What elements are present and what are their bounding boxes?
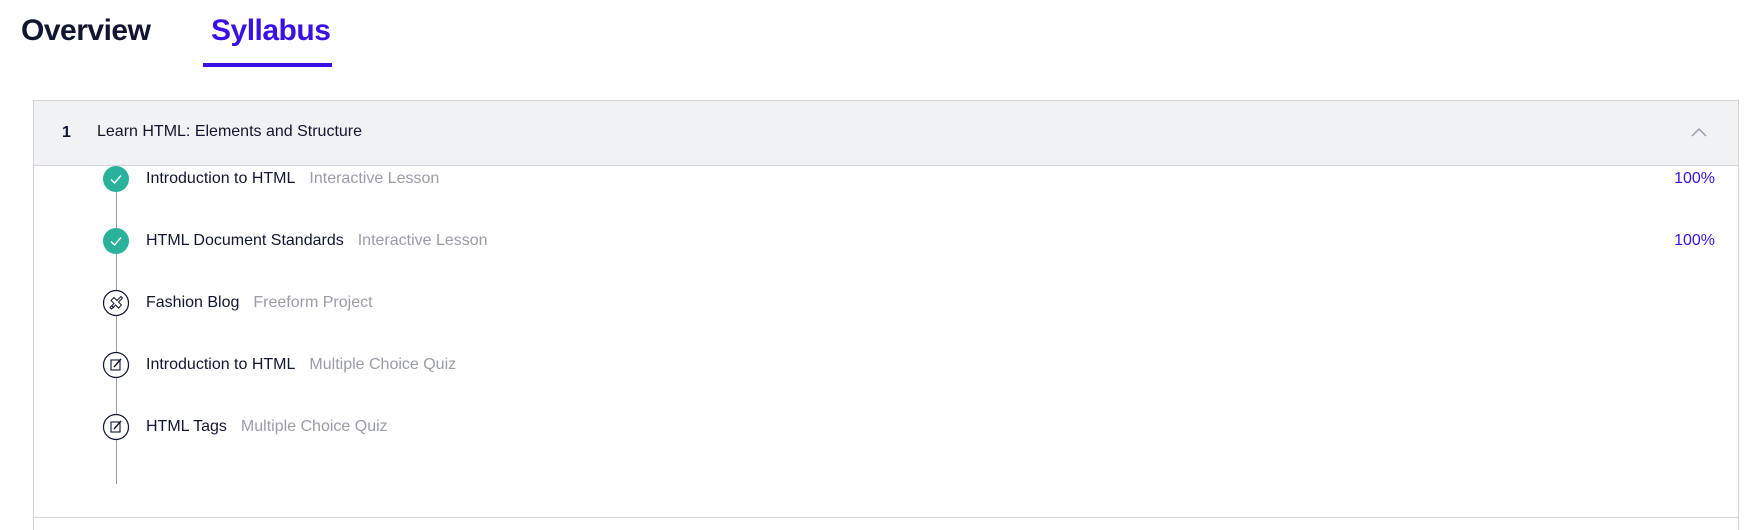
- quiz-icon: [102, 351, 130, 379]
- item-type: Freeform Project: [253, 294, 373, 311]
- tab-syllabus[interactable]: Syllabus: [211, 14, 331, 48]
- list-item[interactable]: Introduction to HTML Multiple Choice Quiz: [34, 345, 1738, 385]
- list-item[interactable]: Fashion Blog Freeform Project: [34, 283, 1738, 323]
- item-type: Multiple Choice Quiz: [309, 356, 457, 373]
- active-tab-indicator: [203, 63, 332, 67]
- item-type: Interactive Lesson: [309, 170, 440, 187]
- module-header[interactable]: 1 Learn HTML: Elements and Structure: [34, 101, 1738, 166]
- project-icon: [102, 289, 130, 317]
- module-number: 1: [62, 124, 71, 141]
- list-item[interactable]: Introduction to HTML Interactive Lesson 1…: [34, 159, 1738, 199]
- item-title: Introduction to HTML: [146, 170, 296, 187]
- module-title: Learn HTML: Elements and Structure: [97, 123, 363, 140]
- item-title: HTML Document Standards: [146, 232, 344, 249]
- item-title: HTML Tags: [146, 418, 227, 435]
- tab-bar: Overview Syllabus: [0, 0, 1762, 68]
- check-circle-icon: [103, 166, 129, 192]
- item-progress: 100%: [1674, 170, 1715, 187]
- quiz-icon: [102, 413, 130, 441]
- item-title: Fashion Blog: [146, 294, 240, 311]
- tab-overview[interactable]: Overview: [21, 14, 151, 48]
- item-progress: 100%: [1674, 232, 1715, 249]
- divider: [34, 517, 1738, 518]
- module-panel: 1 Learn HTML: Elements and Structure Int…: [33, 100, 1739, 530]
- item-type: Multiple Choice Quiz: [240, 418, 388, 435]
- list-item[interactable]: HTML Tags Multiple Choice Quiz: [34, 407, 1738, 447]
- item-type: Interactive Lesson: [357, 232, 488, 249]
- chevron-up-icon[interactable]: [1690, 126, 1708, 138]
- list-item[interactable]: HTML Document Standards Interactive Lesso…: [34, 221, 1738, 261]
- item-title: Introduction to HTML: [146, 356, 296, 373]
- check-circle-icon: [103, 228, 129, 254]
